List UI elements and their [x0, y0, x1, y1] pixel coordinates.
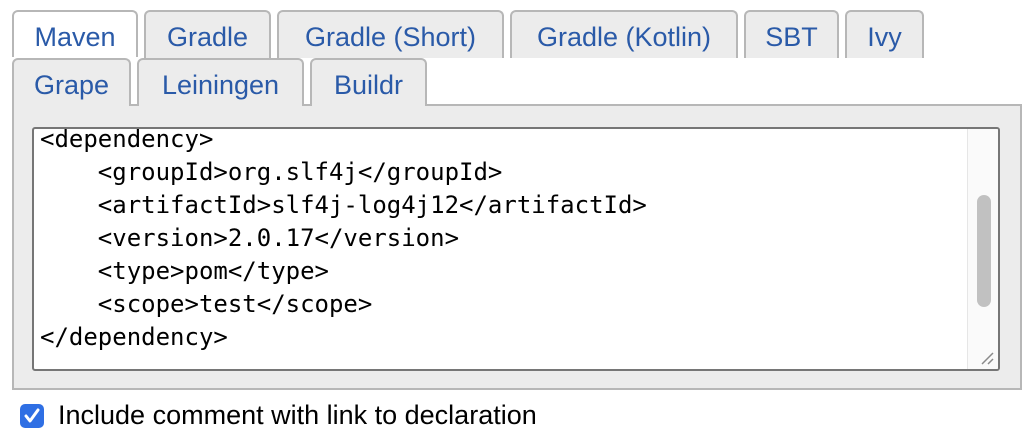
tab-ivy[interactable]: Ivy — [845, 10, 924, 58]
code-line: </dependency> — [40, 323, 228, 351]
tab-buildr[interactable]: Buildr — [310, 58, 427, 106]
tab-sbt[interactable]: SBT — [744, 10, 839, 58]
tab-grape[interactable]: Grape — [12, 58, 131, 106]
dependency-code-textarea[interactable]: <dependency> <groupId>org.slf4j</groupId… — [32, 127, 1000, 371]
scrollbar-thumb[interactable] — [977, 195, 991, 307]
tab-gradle-short[interactable]: Gradle (Short) — [277, 10, 504, 58]
checkmark-icon — [24, 408, 40, 423]
resize-grip-icon[interactable] — [978, 349, 994, 365]
code-line: <scope>test</scope> — [40, 290, 373, 318]
tab-leiningen[interactable]: Leiningen — [137, 58, 304, 106]
code-line: <dependency> — [40, 127, 214, 153]
code-line: <type>pom</type> — [40, 257, 329, 285]
include-comment-checkbox[interactable] — [20, 404, 44, 428]
dependency-snippet-widget: Maven Gradle Gradle (Short) Gradle (Kotl… — [0, 0, 1036, 429]
tab-gradle[interactable]: Gradle — [144, 10, 271, 58]
tab-gradle-kotlin[interactable]: Gradle (Kotlin) — [510, 10, 738, 58]
code-line: <version>2.0.17</version> — [40, 224, 460, 252]
code-line: <artifactId>slf4j-log4j12</artifactId> — [40, 191, 647, 219]
code-line: <groupId>org.slf4j</groupId> — [40, 158, 503, 186]
vertical-scrollbar[interactable] — [967, 129, 998, 369]
dependency-code: <dependency> <groupId>org.slf4j</groupId… — [40, 127, 647, 354]
tab-maven[interactable]: Maven — [12, 10, 138, 57]
